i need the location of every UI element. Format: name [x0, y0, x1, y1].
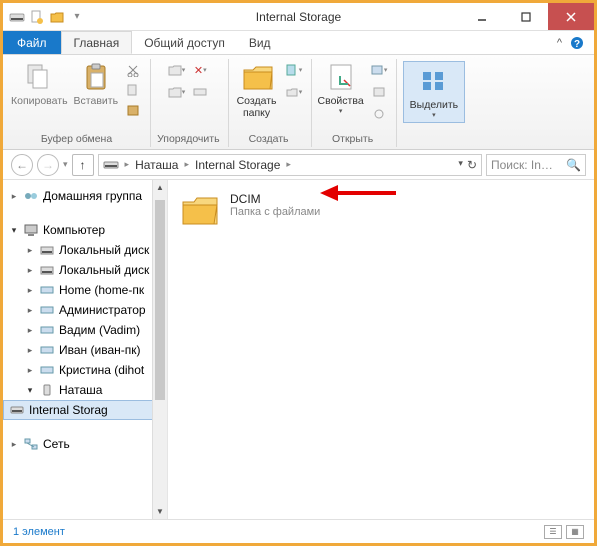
drive-crumb-icon [103, 160, 119, 170]
tree-item[interactable]: ▸Локальный диск [3, 260, 167, 280]
annotation-arrow [318, 182, 398, 204]
netdrive-icon [39, 302, 55, 318]
collapse-ribbon-icon[interactable]: ^ [557, 37, 562, 49]
search-input[interactable]: Поиск: In… 🔍 [486, 154, 586, 176]
paste-shortcut-icon[interactable] [124, 101, 142, 119]
close-button[interactable] [548, 3, 594, 30]
status-count: 1 элемент [13, 526, 65, 538]
copy-path-icon[interactable] [124, 81, 142, 99]
expand-icon[interactable]: ▸ [9, 439, 19, 450]
tree-scrollbar[interactable]: ▲ ▼ [152, 180, 167, 519]
share-tab[interactable]: Общий доступ [132, 31, 237, 54]
select-button[interactable]: Выделить ▾ [403, 61, 465, 123]
copy-to-icon[interactable]: ▾ [167, 83, 185, 101]
copy-button[interactable]: Копировать [11, 61, 68, 107]
netdrive-icon [39, 362, 55, 378]
new-doc-icon[interactable] [29, 9, 45, 25]
expand-icon[interactable]: ▸ [9, 191, 19, 202]
search-icon: 🔍 [566, 158, 581, 172]
tree-network[interactable]: ▸ Сеть [3, 434, 167, 454]
forward-button[interactable]: → [37, 154, 59, 176]
tree-item[interactable]: ▸Вадим (Vadim) [3, 320, 167, 340]
tree-item[interactable]: ▸Кристина (dihot [3, 360, 167, 380]
collapse-icon[interactable]: ▾ [9, 225, 19, 236]
tree-computer[interactable]: ▾ Компьютер [3, 220, 167, 240]
properties-icon [325, 61, 357, 93]
netdrive-icon [39, 322, 55, 338]
clipboard-group-label: Буфер обмена [41, 133, 112, 145]
paste-icon [80, 61, 112, 93]
breadcrumb[interactable]: Наташа [135, 158, 178, 172]
disk-icon [39, 262, 55, 278]
folder-desc: Папка с файлами [230, 206, 320, 218]
chevron-right-icon[interactable]: ▸ [184, 159, 189, 170]
disk-icon [39, 242, 55, 258]
tree-item-selected[interactable]: Internal Storag [3, 400, 167, 420]
scroll-up-icon[interactable]: ▲ [153, 180, 167, 195]
homegroup-icon [23, 188, 39, 204]
tree-item[interactable]: ▸Администратор [3, 300, 167, 320]
drive-icon [9, 402, 25, 418]
edit-icon[interactable] [370, 83, 388, 101]
open-icon[interactable]: ▾ [370, 61, 388, 79]
window-title: Internal Storage [256, 10, 341, 24]
minimize-button[interactable] [460, 3, 504, 30]
copy-icon [23, 61, 55, 93]
cut-icon[interactable] [124, 61, 142, 79]
home-tab[interactable]: Главная [61, 31, 133, 54]
up-button[interactable]: ↑ [72, 154, 94, 176]
scroll-thumb[interactable] [155, 200, 165, 400]
view-tab[interactable]: Вид [237, 31, 283, 54]
icons-view-button[interactable]: ▦ [566, 525, 584, 539]
details-view-button[interactable]: ☰ [544, 525, 562, 539]
tree-item[interactable]: ▸Иван (иван-пк) [3, 340, 167, 360]
back-button[interactable]: ← [11, 154, 33, 176]
network-icon [23, 436, 39, 452]
folder-name: DCIM [230, 192, 320, 206]
new-item-icon[interactable]: ▾ [285, 61, 303, 79]
netdrive-icon [39, 282, 55, 298]
address-bar[interactable]: ▸ Наташа ▸ Internal Storage ▸ ▾ ↻ [98, 154, 482, 176]
new-group-label: Создать [249, 133, 289, 145]
file-tab[interactable]: Файл [3, 31, 61, 54]
tree-homegroup[interactable]: ▸ Домашняя группа [3, 186, 167, 206]
folder-icon [241, 61, 273, 93]
scroll-down-icon[interactable]: ▼ [153, 504, 167, 519]
easy-access-icon[interactable]: ▾ [285, 83, 303, 101]
svg-text:?: ? [574, 39, 580, 50]
recent-dropdown-icon[interactable]: ▾ [63, 159, 68, 170]
qat-equals-icon[interactable]: ▾ [69, 9, 85, 25]
organize-group-label: Упорядочить [157, 133, 219, 145]
tree-item[interactable]: ▸Локальный диск [3, 240, 167, 260]
folder-icon [180, 192, 220, 228]
folder-qat-icon[interactable] [49, 9, 65, 25]
computer-icon [23, 222, 39, 238]
address-dropdown-icon[interactable]: ▾ [458, 158, 463, 172]
device-icon [39, 382, 55, 398]
chevron-right-icon[interactable]: ▸ [286, 159, 291, 170]
open-group-label: Открыть [332, 133, 373, 145]
maximize-button[interactable] [504, 3, 548, 30]
history-icon[interactable] [370, 105, 388, 123]
rename-icon[interactable] [191, 83, 209, 101]
breadcrumb[interactable]: Internal Storage [195, 158, 280, 172]
select-icon [418, 65, 450, 97]
tree-item[interactable]: ▸Home (home-пк [3, 280, 167, 300]
drive-icon [9, 9, 25, 25]
delete-icon[interactable]: ✕ ▾ [191, 61, 209, 79]
move-to-icon[interactable]: ▾ [167, 61, 185, 79]
tree-item[interactable]: ▾Наташа [3, 380, 167, 400]
help-icon[interactable]: ? [570, 36, 584, 50]
netdrive-icon [39, 342, 55, 358]
new-folder-button[interactable]: Создать папку [235, 61, 279, 119]
paste-button[interactable]: Вставить [74, 61, 119, 107]
properties-button[interactable]: Свойства ▾ [318, 61, 364, 115]
refresh-icon[interactable]: ↻ [467, 158, 477, 172]
chevron-right-icon[interactable]: ▸ [125, 159, 130, 170]
